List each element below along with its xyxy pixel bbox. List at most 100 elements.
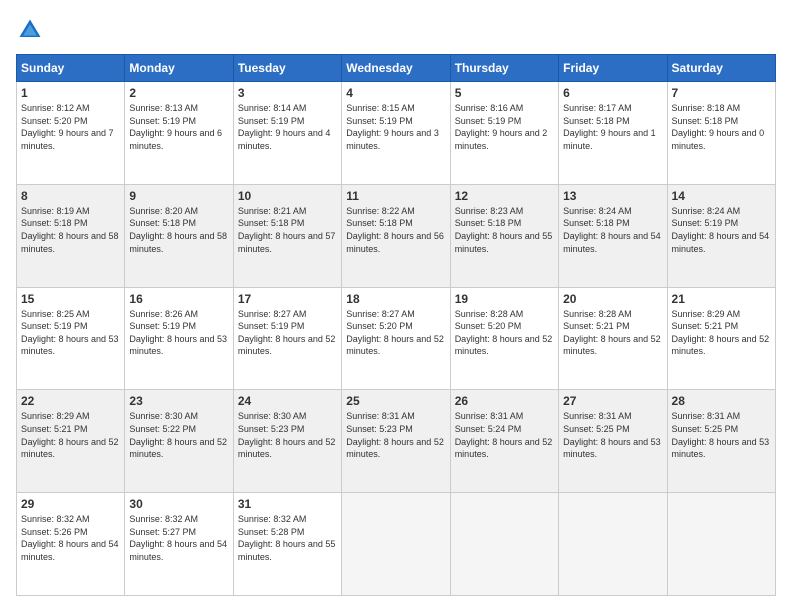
- day-number: 20: [563, 292, 662, 306]
- calendar-cell: 7 Sunrise: 8:18 AMSunset: 5:18 PMDaylight…: [667, 82, 775, 185]
- calendar-cell: 30 Sunrise: 8:32 AMSunset: 5:27 PMDayligh…: [125, 493, 233, 596]
- calendar-cell: 26 Sunrise: 8:31 AMSunset: 5:24 PMDayligh…: [450, 390, 558, 493]
- column-header-thursday: Thursday: [450, 55, 558, 82]
- day-info: Sunrise: 8:23 AMSunset: 5:18 PMDaylight:…: [455, 205, 554, 255]
- calendar-cell: 10 Sunrise: 8:21 AMSunset: 5:18 PMDayligh…: [233, 184, 341, 287]
- day-info: Sunrise: 8:18 AMSunset: 5:18 PMDaylight:…: [672, 102, 771, 152]
- day-number: 16: [129, 292, 228, 306]
- calendar-cell: [342, 493, 450, 596]
- calendar-cell: 2 Sunrise: 8:13 AMSunset: 5:19 PMDaylight…: [125, 82, 233, 185]
- calendar-cell: 19 Sunrise: 8:28 AMSunset: 5:20 PMDayligh…: [450, 287, 558, 390]
- day-info: Sunrise: 8:28 AMSunset: 5:20 PMDaylight:…: [455, 308, 554, 358]
- day-number: 11: [346, 189, 445, 203]
- logo-icon: [16, 16, 44, 44]
- day-info: Sunrise: 8:24 AMSunset: 5:19 PMDaylight:…: [672, 205, 771, 255]
- day-info: Sunrise: 8:31 AMSunset: 5:24 PMDaylight:…: [455, 410, 554, 460]
- day-info: Sunrise: 8:28 AMSunset: 5:21 PMDaylight:…: [563, 308, 662, 358]
- day-info: Sunrise: 8:32 AMSunset: 5:28 PMDaylight:…: [238, 513, 337, 563]
- calendar-cell: 24 Sunrise: 8:30 AMSunset: 5:23 PMDayligh…: [233, 390, 341, 493]
- calendar-cell: 18 Sunrise: 8:27 AMSunset: 5:20 PMDayligh…: [342, 287, 450, 390]
- day-number: 19: [455, 292, 554, 306]
- day-info: Sunrise: 8:15 AMSunset: 5:19 PMDaylight:…: [346, 102, 445, 152]
- logo: [16, 16, 48, 44]
- calendar-cell: 15 Sunrise: 8:25 AMSunset: 5:19 PMDayligh…: [17, 287, 125, 390]
- calendar-cell: 17 Sunrise: 8:27 AMSunset: 5:19 PMDayligh…: [233, 287, 341, 390]
- day-number: 9: [129, 189, 228, 203]
- day-number: 17: [238, 292, 337, 306]
- day-number: 23: [129, 394, 228, 408]
- day-info: Sunrise: 8:29 AMSunset: 5:21 PMDaylight:…: [672, 308, 771, 358]
- day-number: 30: [129, 497, 228, 511]
- day-number: 22: [21, 394, 120, 408]
- calendar-cell: 11Sunrise: 8:22 AMSunset: 5:18 PMDayligh…: [342, 184, 450, 287]
- day-number: 21: [672, 292, 771, 306]
- day-info: Sunrise: 8:21 AMSunset: 5:18 PMDaylight:…: [238, 205, 337, 255]
- day-number: 1: [21, 86, 120, 100]
- day-info: Sunrise: 8:30 AMSunset: 5:23 PMDaylight:…: [238, 410, 337, 460]
- day-number: 4: [346, 86, 445, 100]
- calendar-cell: [559, 493, 667, 596]
- day-number: 18: [346, 292, 445, 306]
- day-number: 12: [455, 189, 554, 203]
- day-info: Sunrise: 8:31 AMSunset: 5:23 PMDaylight:…: [346, 410, 445, 460]
- day-number: 5: [455, 86, 554, 100]
- day-info: Sunrise: 8:24 AMSunset: 5:18 PMDaylight:…: [563, 205, 662, 255]
- calendar-table: SundayMondayTuesdayWednesdayThursdayFrid…: [16, 54, 776, 596]
- day-number: 3: [238, 86, 337, 100]
- day-number: 13: [563, 189, 662, 203]
- day-number: 14: [672, 189, 771, 203]
- calendar-week-row: 22 Sunrise: 8:29 AMSunset: 5:21 PMDayligh…: [17, 390, 776, 493]
- day-info: Sunrise: 8:32 AMSunset: 5:27 PMDaylight:…: [129, 513, 228, 563]
- calendar-cell: 22 Sunrise: 8:29 AMSunset: 5:21 PMDayligh…: [17, 390, 125, 493]
- day-info: Sunrise: 8:31 AMSunset: 5:25 PMDaylight:…: [672, 410, 771, 460]
- day-number: 2: [129, 86, 228, 100]
- calendar-cell: 31 Sunrise: 8:32 AMSunset: 5:28 PMDayligh…: [233, 493, 341, 596]
- day-info: Sunrise: 8:17 AMSunset: 5:18 PMDaylight:…: [563, 102, 662, 152]
- calendar-cell: 27 Sunrise: 8:31 AMSunset: 5:25 PMDayligh…: [559, 390, 667, 493]
- day-info: Sunrise: 8:30 AMSunset: 5:22 PMDaylight:…: [129, 410, 228, 460]
- calendar-week-row: 15 Sunrise: 8:25 AMSunset: 5:19 PMDayligh…: [17, 287, 776, 390]
- calendar-cell: 21 Sunrise: 8:29 AMSunset: 5:21 PMDayligh…: [667, 287, 775, 390]
- day-info: Sunrise: 8:31 AMSunset: 5:25 PMDaylight:…: [563, 410, 662, 460]
- calendar-cell: 25Sunrise: 8:31 AMSunset: 5:23 PMDayligh…: [342, 390, 450, 493]
- calendar-week-row: 29Sunrise: 8:32 AMSunset: 5:26 PMDayligh…: [17, 493, 776, 596]
- column-header-tuesday: Tuesday: [233, 55, 341, 82]
- day-number: 28: [672, 394, 771, 408]
- calendar-cell: 13 Sunrise: 8:24 AMSunset: 5:18 PMDayligh…: [559, 184, 667, 287]
- column-header-sunday: Sunday: [17, 55, 125, 82]
- day-number: 26: [455, 394, 554, 408]
- calendar-header-row: SundayMondayTuesdayWednesdayThursdayFrid…: [17, 55, 776, 82]
- calendar-week-row: 8 Sunrise: 8:19 AMSunset: 5:18 PMDaylight…: [17, 184, 776, 287]
- column-header-friday: Friday: [559, 55, 667, 82]
- day-number: 31: [238, 497, 337, 511]
- calendar-cell: 28 Sunrise: 8:31 AMSunset: 5:25 PMDayligh…: [667, 390, 775, 493]
- calendar-cell: 5 Sunrise: 8:16 AMSunset: 5:19 PMDaylight…: [450, 82, 558, 185]
- column-header-wednesday: Wednesday: [342, 55, 450, 82]
- calendar-cell: 23 Sunrise: 8:30 AMSunset: 5:22 PMDayligh…: [125, 390, 233, 493]
- day-number: 10: [238, 189, 337, 203]
- day-info: Sunrise: 8:13 AMSunset: 5:19 PMDaylight:…: [129, 102, 228, 152]
- day-info: Sunrise: 8:27 AMSunset: 5:19 PMDaylight:…: [238, 308, 337, 358]
- page: SundayMondayTuesdayWednesdayThursdayFrid…: [0, 0, 792, 612]
- calendar-week-row: 1 Sunrise: 8:12 AMSunset: 5:20 PMDaylight…: [17, 82, 776, 185]
- day-number: 27: [563, 394, 662, 408]
- calendar-cell: 4 Sunrise: 8:15 AMSunset: 5:19 PMDaylight…: [342, 82, 450, 185]
- calendar-cell: [450, 493, 558, 596]
- day-info: Sunrise: 8:29 AMSunset: 5:21 PMDaylight:…: [21, 410, 120, 460]
- day-info: Sunrise: 8:27 AMSunset: 5:20 PMDaylight:…: [346, 308, 445, 358]
- day-number: 7: [672, 86, 771, 100]
- calendar-cell: 29Sunrise: 8:32 AMSunset: 5:26 PMDayligh…: [17, 493, 125, 596]
- day-info: Sunrise: 8:19 AMSunset: 5:18 PMDaylight:…: [21, 205, 120, 255]
- calendar-cell: 8 Sunrise: 8:19 AMSunset: 5:18 PMDaylight…: [17, 184, 125, 287]
- day-info: Sunrise: 8:16 AMSunset: 5:19 PMDaylight:…: [455, 102, 554, 152]
- day-info: Sunrise: 8:14 AMSunset: 5:19 PMDaylight:…: [238, 102, 337, 152]
- calendar-cell: [667, 493, 775, 596]
- calendar-cell: 16Sunrise: 8:26 AMSunset: 5:19 PMDayligh…: [125, 287, 233, 390]
- day-info: Sunrise: 8:12 AMSunset: 5:20 PMDaylight:…: [21, 102, 120, 152]
- day-info: Sunrise: 8:25 AMSunset: 5:19 PMDaylight:…: [21, 308, 120, 358]
- column-header-saturday: Saturday: [667, 55, 775, 82]
- day-number: 15: [21, 292, 120, 306]
- day-number: 8: [21, 189, 120, 203]
- day-number: 24: [238, 394, 337, 408]
- calendar-cell: 9Sunrise: 8:20 AMSunset: 5:18 PMDaylight…: [125, 184, 233, 287]
